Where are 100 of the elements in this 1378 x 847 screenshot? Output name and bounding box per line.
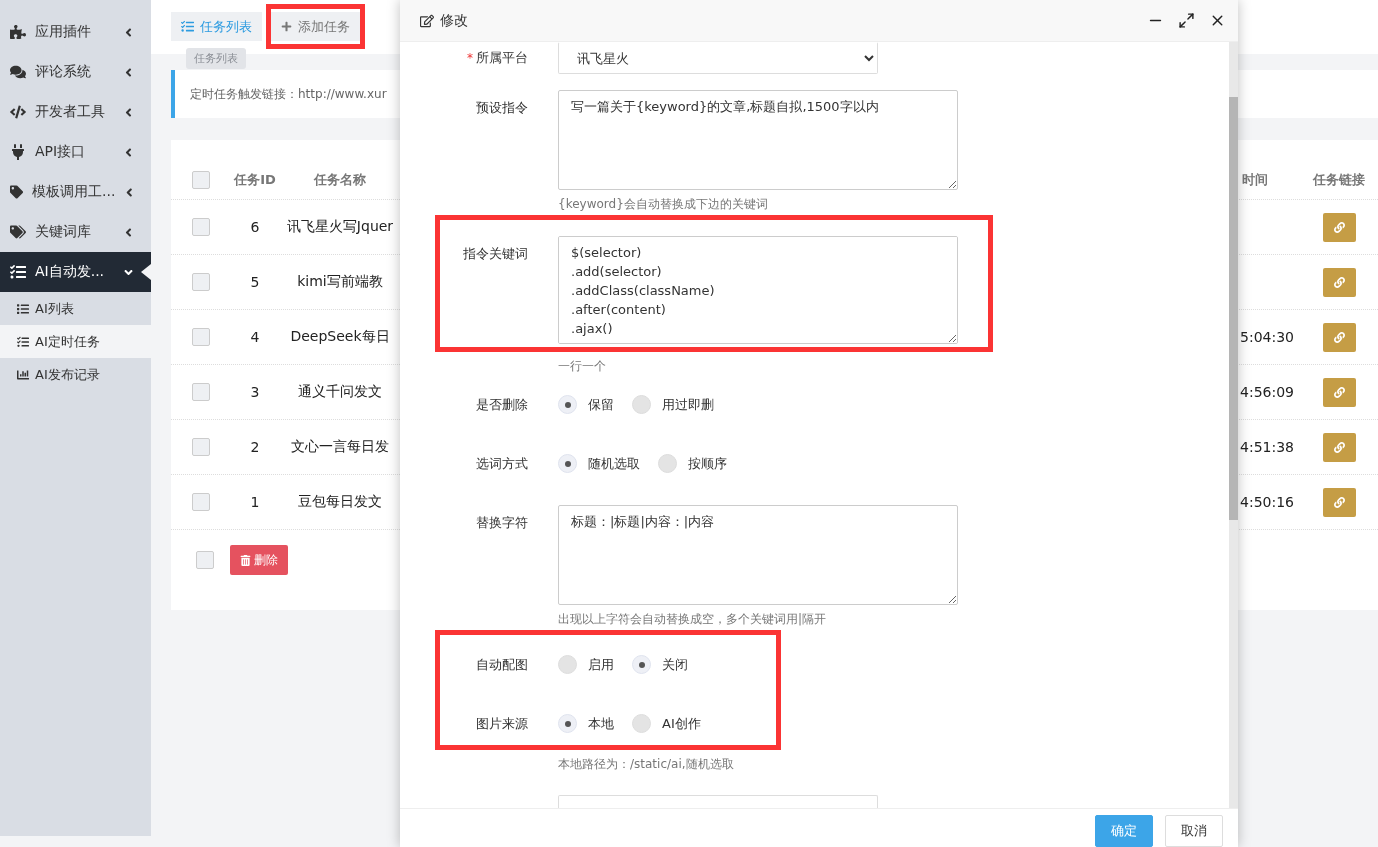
sidebar-label: AI发布记录	[35, 365, 100, 384]
sidebar-label: API接口	[35, 143, 87, 161]
table-cell-text: 2	[249, 439, 261, 455]
cancel-button[interactable]: 取消	[1165, 815, 1223, 847]
checkbox[interactable]	[196, 551, 214, 569]
field-label: 图片来源	[475, 714, 528, 733]
table-cell-text: 6	[249, 219, 261, 235]
radio-option[interactable]: AI创作	[632, 714, 701, 733]
radio-icon[interactable]	[558, 655, 577, 674]
checkbox[interactable]	[191, 383, 210, 401]
checkbox[interactable]	[191, 493, 210, 511]
field-label: 指令关键词	[462, 245, 528, 263]
radio-option[interactable]: 随机选取	[558, 454, 640, 473]
table-cell-text: 5:04:30	[1239, 329, 1295, 345]
checkbox[interactable]	[191, 328, 210, 346]
radio-icon[interactable]	[558, 454, 577, 473]
sidebar-subitem[interactable]: AI列表	[0, 292, 151, 325]
link-icon	[1333, 386, 1345, 398]
checkbox[interactable]	[191, 218, 210, 236]
field-label: 自动配图	[475, 655, 528, 674]
column-header: 时间	[1241, 170, 1269, 189]
sidebar-subitem[interactable]: AI发布记录	[0, 358, 151, 391]
sidebar-label: 模板调用工...	[32, 183, 116, 201]
radio-option[interactable]: 用过即删	[632, 395, 714, 414]
checkbox[interactable]	[191, 170, 210, 189]
list-icon	[181, 20, 194, 33]
table-cell-text: 1	[249, 494, 261, 510]
link-button[interactable]	[1322, 212, 1356, 242]
radio-option[interactable]: 关闭	[632, 655, 688, 674]
table-cell-text: 文心一言每日发	[290, 438, 390, 456]
table-cell-text: 讯飞星火写Jquer	[285, 218, 395, 236]
radio-icon[interactable]	[632, 395, 651, 414]
table-cell-text: 通义千问发文	[297, 383, 383, 401]
radio-icon[interactable]	[658, 454, 677, 473]
delete-button[interactable]: 删除	[230, 545, 288, 575]
table-cell-text: 4	[249, 329, 261, 345]
radio-icon[interactable]	[558, 714, 577, 733]
radio-icon[interactable]	[632, 655, 651, 674]
link-button[interactable]	[1322, 432, 1356, 462]
text-area[interactable]: 标题：|标题|内容：|内容	[558, 505, 958, 605]
sidebar-item[interactable]: 模板调用工...	[0, 172, 151, 212]
notice-text: 定时任务触发链接：http://www.xur	[190, 85, 387, 103]
checkbox[interactable]	[191, 273, 210, 291]
radio-option[interactable]: 保留	[558, 395, 614, 414]
table-cell-text: 3	[249, 384, 261, 400]
field-label: 是否删除	[475, 395, 528, 414]
table-cell-text: kimi写前端教	[296, 273, 384, 291]
table-cell-text: 4:51:38	[1239, 439, 1295, 455]
column-header: 任务ID	[232, 170, 277, 189]
sidebar-label: 开发者工具	[35, 103, 106, 121]
pointer-notch	[141, 264, 151, 280]
sidebar-item[interactable]: 应用插件	[0, 12, 151, 52]
text-area[interactable]: 写一篇关于{keyword}的文章,标题自拟,1500字以内	[558, 90, 958, 190]
sidebar-item[interactable]: 评论系统	[0, 52, 151, 92]
radio-icon[interactable]	[558, 395, 577, 414]
field-hint: 一行一个	[558, 358, 607, 375]
table-cell-text: 豆包每日发文	[297, 493, 383, 511]
chat-icon	[10, 64, 26, 80]
sidebar-item[interactable]: API接口	[0, 132, 151, 172]
field-label: 选词方式	[475, 454, 528, 473]
link-button[interactable]	[1322, 267, 1356, 297]
link-icon	[1333, 276, 1345, 288]
code-icon	[10, 104, 26, 120]
radio-option[interactable]: 启用	[558, 655, 614, 674]
bar-chart-icon	[17, 368, 29, 381]
column-header: 任务链接	[1311, 170, 1366, 189]
link-button[interactable]	[1322, 322, 1356, 352]
sidebar-item[interactable]: 关键词库	[0, 212, 151, 252]
sidebar-item[interactable]: 开发者工具	[0, 92, 151, 132]
sidebar-subitem[interactable]: AI定时任务	[0, 325, 151, 358]
scrollbar[interactable]	[1229, 42, 1238, 808]
link-button[interactable]	[1322, 377, 1356, 407]
field-hint: 出现以上字符会自动替换成空，多个关键词用|隔开	[558, 611, 828, 628]
platform-select[interactable]: 讯飞星火	[558, 42, 878, 74]
list-icon	[17, 335, 29, 348]
link-button[interactable]	[1322, 487, 1356, 517]
link-icon	[1333, 221, 1345, 233]
field-hint: 本地路径为：/static/ai,随机选取	[558, 756, 735, 773]
table-cell-text: 4:56:09	[1239, 384, 1295, 400]
sidebar-label: 应用插件	[35, 23, 92, 41]
edit-icon	[420, 13, 434, 28]
maximize-icon[interactable]	[1178, 12, 1195, 29]
table-cell-text: 5	[249, 274, 261, 290]
dialog-title: 修改	[440, 11, 469, 30]
column-header: 任务名称	[312, 170, 367, 189]
sidebar-label: 评论系统	[35, 63, 92, 81]
list-icon	[17, 302, 29, 315]
text-area[interactable]: $(selector) .add(selector) .addClass(className) .after(content) .ajax()	[558, 236, 958, 344]
puzzle-icon	[10, 24, 26, 40]
sidebar-label: AI自动发...	[35, 263, 106, 281]
checkbox[interactable]	[191, 438, 210, 456]
link-icon	[1333, 496, 1345, 508]
tab[interactable]: 添加任务	[271, 12, 360, 41]
tooltip: 任务列表	[186, 48, 246, 69]
radio-icon[interactable]	[632, 714, 651, 733]
field-hint: {keyword}会自动替换成下边的关键词	[558, 196, 769, 213]
sidebar-item[interactable]: AI自动发...	[0, 252, 151, 292]
tag-icon	[10, 184, 24, 200]
radio-option[interactable]: 本地	[558, 714, 614, 733]
radio-option[interactable]: 按顺序	[658, 454, 727, 473]
